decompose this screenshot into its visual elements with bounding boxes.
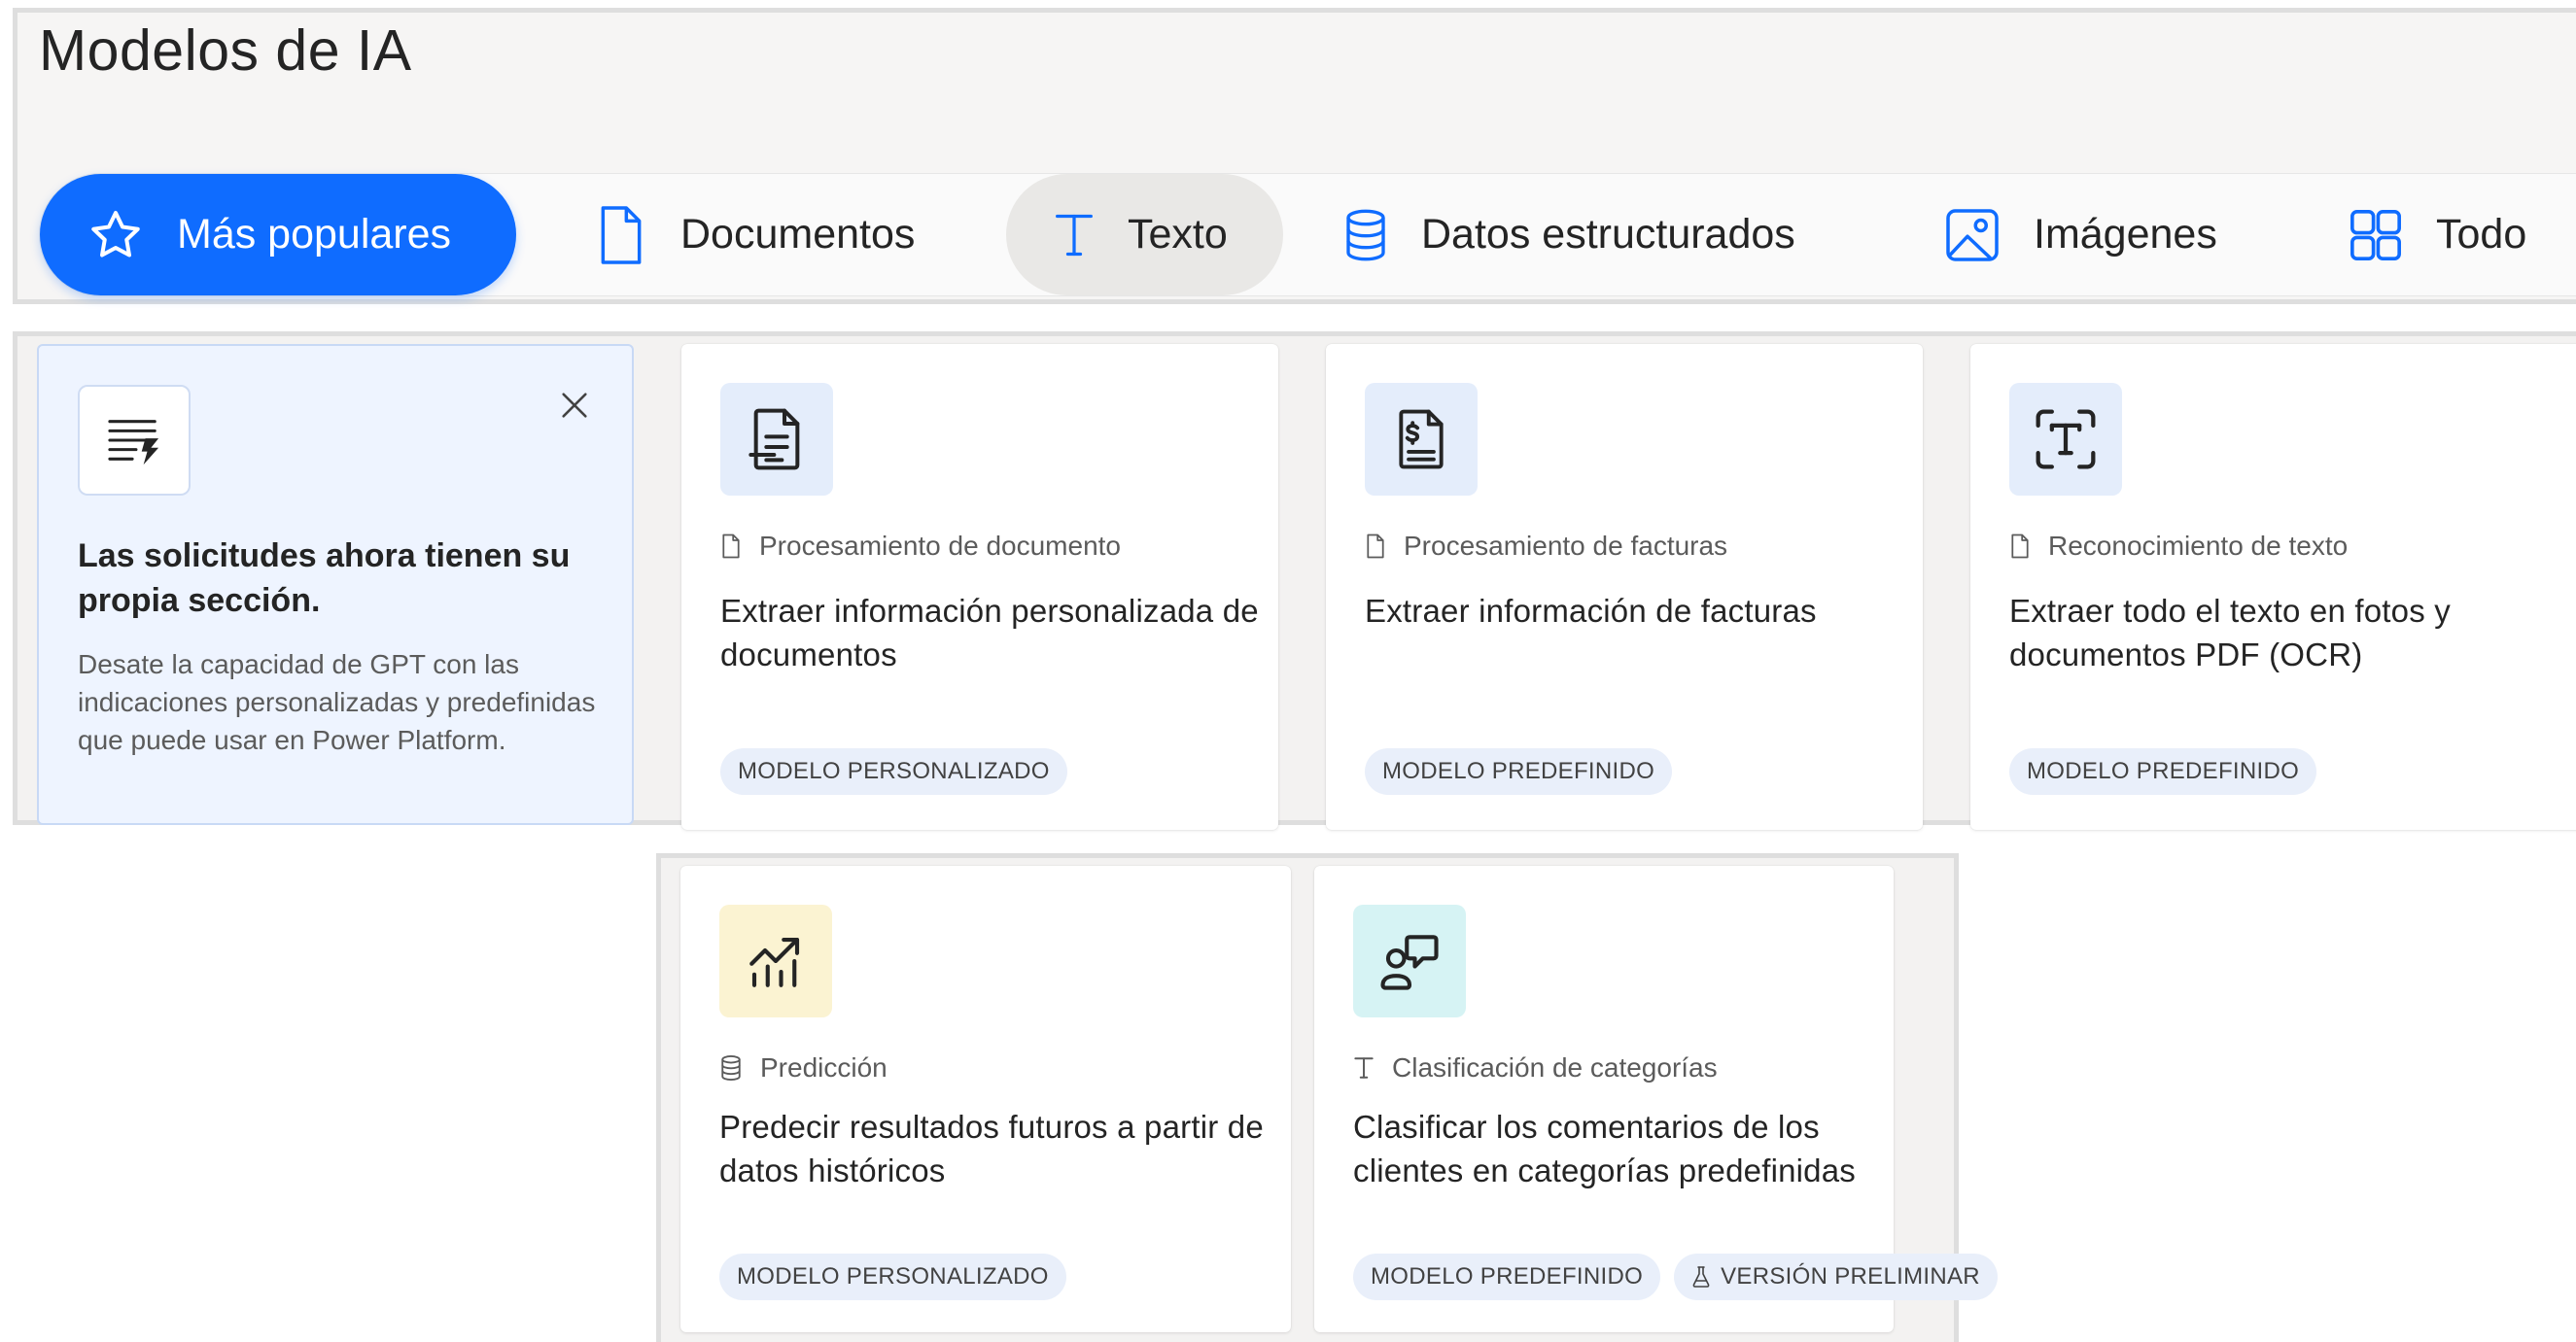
card-icon-tile	[719, 905, 832, 1017]
card-icon-tile	[2009, 383, 2122, 496]
card-category-label: Clasificación de categorías	[1392, 1052, 1718, 1083]
tab-todo[interactable]: Todo	[2348, 174, 2526, 295]
card-badges: MODELO PREDEFINIDO	[1365, 748, 1673, 795]
close-notice-button[interactable]	[552, 383, 597, 428]
grid-icon	[2350, 209, 2401, 260]
model-card-prediction[interactable]: Predicción Predecir resultados futuros a…	[680, 866, 1291, 1332]
card-badges: MODELO PREDEFINIDO VERSIÓN PRELIMINAR	[1353, 1254, 1998, 1300]
card-title: Clasificar los comentarios de los client…	[1353, 1109, 1856, 1188]
close-icon	[562, 393, 587, 418]
model-type-badge: MODELO PREDEFINIDO	[1353, 1254, 1661, 1300]
model-type-badge: MODELO PERSONALIZADO	[720, 748, 1067, 795]
model-type-badge: MODELO PERSONALIZADO	[719, 1254, 1066, 1300]
prompts-notice-card: Las solicitudes ahora tienen su propia s…	[37, 344, 634, 825]
cards-row-1: Las solicitudes ahora tienen su propia s…	[13, 331, 2576, 830]
tab-label: Más populares	[177, 211, 452, 258]
category-tabbar: Más populares Documentos Texto Datos est…	[39, 173, 2576, 296]
document-icon	[722, 533, 740, 559]
text-icon	[1056, 214, 1093, 256]
tab-label: Texto	[1128, 211, 1228, 258]
database-icon	[721, 1055, 741, 1081]
card-icon-tile	[1353, 905, 1466, 1017]
document-icon	[2011, 533, 2029, 559]
tab-label: Documentos	[680, 211, 916, 258]
document-icon	[601, 205, 642, 264]
tab-datos-estructurados[interactable]: Datos estructurados	[1342, 174, 1795, 295]
card-category-label: Procesamiento de facturas	[1404, 531, 1728, 561]
model-type-badge: MODELO PREDEFINIDO	[1365, 748, 1673, 795]
chart-trend-icon	[749, 937, 800, 987]
tab-documentos[interactable]: Documentos	[594, 174, 915, 295]
person-feedback-icon	[1380, 935, 1439, 990]
model-card-document-processing[interactable]: Procesamiento de documento Extraer infor…	[681, 344, 1278, 830]
card-category-label: Reconocimiento de texto	[2048, 531, 2349, 561]
card-badges: MODELO PERSONALIZADO	[719, 1254, 1066, 1300]
document-text-icon	[748, 408, 800, 470]
card-category-label: Predicción	[760, 1052, 888, 1083]
document-icon	[1367, 533, 1384, 559]
tab-imagenes[interactable]: Imágenes	[1943, 174, 2217, 295]
tab-texto[interactable]: Texto	[1006, 174, 1283, 295]
cards-row-2: Predicción Predecir resultados futuros a…	[656, 853, 1998, 1342]
card-icon-tile	[720, 383, 833, 496]
header-panel: Modelos de IA Más populares Documentos T…	[13, 8, 2576, 304]
model-card-category-classification[interactable]: Clasificación de categorías Clasificar l…	[1314, 866, 1998, 1332]
card-title: Extraer información de facturas	[1365, 593, 1817, 629]
invoice-icon	[1399, 409, 1444, 469]
card-category: Clasificación de categorías	[1353, 1052, 1718, 1084]
card-category: Predicción	[719, 1052, 888, 1084]
model-card-invoice-processing[interactable]: Procesamiento de facturas Extraer inform…	[1326, 344, 1923, 830]
preview-badge-label: VERSIÓN PRELIMINAR	[1721, 1263, 1980, 1290]
database-icon	[1346, 209, 1385, 260]
card-category: Reconocimiento de texto	[2009, 531, 2348, 562]
card-category: Procesamiento de facturas	[1365, 531, 1727, 562]
tab-label: Datos estructurados	[1421, 211, 1795, 258]
card-category-label: Procesamiento de documento	[759, 531, 1121, 561]
card-icon-tile	[1365, 383, 1478, 496]
tab-label: Todo	[2436, 211, 2527, 258]
notice-icon-box	[78, 385, 191, 496]
card-title: Extraer todo el texto en fotos y documen…	[2009, 593, 2451, 672]
preview-badge: VERSIÓN PRELIMINAR	[1674, 1254, 1998, 1300]
image-icon	[1946, 208, 1999, 261]
tab-mas-populares[interactable]: Más populares	[40, 174, 516, 295]
card-title: Predecir resultados futuros a partir de …	[719, 1109, 1264, 1188]
notice-title: Las solicitudes ahora tienen su propia s…	[78, 537, 571, 619]
text-icon	[1354, 1057, 1374, 1079]
page-title: Modelos de IA	[39, 18, 412, 83]
beaker-icon	[1692, 1266, 1710, 1288]
card-badges: MODELO PREDEFINIDO	[2009, 748, 2317, 795]
model-type-badge: MODELO PREDEFINIDO	[2009, 748, 2317, 795]
star-icon	[91, 210, 140, 257]
card-badges: MODELO PERSONALIZADO	[720, 748, 1067, 795]
prompt-flash-icon	[108, 420, 159, 465]
notice-body: Desate la capacidad de GPT con las indic…	[78, 649, 596, 755]
tab-label: Imágenes	[2034, 211, 2217, 258]
text-scan-icon	[2036, 409, 2096, 469]
card-title: Extraer información personalizada de doc…	[720, 593, 1259, 672]
model-card-text-recognition[interactable]: Reconocimiento de texto Extraer todo el …	[1970, 344, 2576, 830]
card-category: Procesamiento de documento	[720, 531, 1121, 562]
